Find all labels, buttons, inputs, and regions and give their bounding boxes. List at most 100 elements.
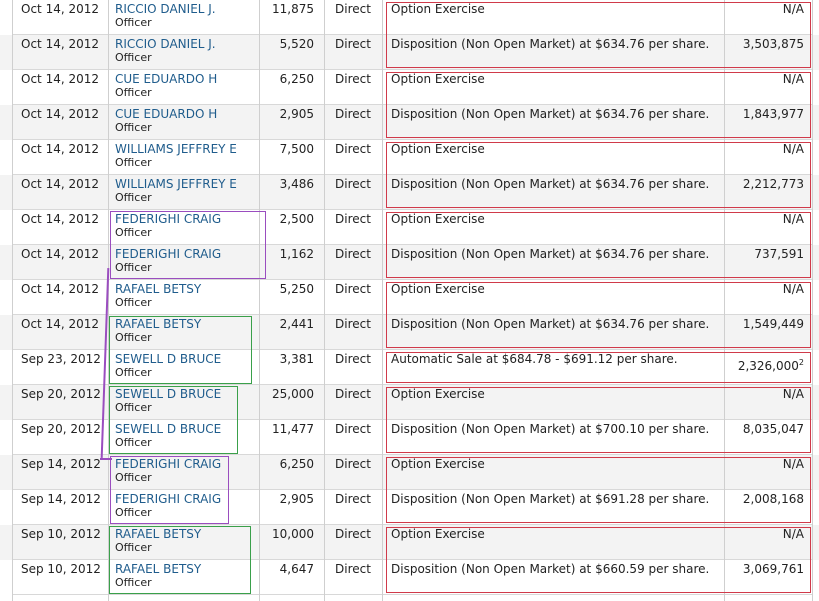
ownership-type: Direct	[324, 210, 382, 245]
annotation-box-purple	[110, 456, 229, 524]
ownership-type: Direct	[324, 70, 382, 105]
ownership-type: Direct	[324, 560, 382, 595]
shares-text: 2,441	[279, 317, 314, 331]
ownership-text: Direct	[335, 317, 371, 331]
insider-name-link[interactable]: CUE EDUARDO H	[115, 107, 259, 121]
ownership-text: Direct	[335, 387, 371, 401]
date-text: Oct 14, 2012	[21, 317, 99, 331]
date-text: Sep 14, 2012	[21, 492, 101, 506]
ownership-text: Direct	[335, 282, 371, 296]
date-text: Oct 14, 2012	[21, 107, 99, 121]
date-text: Oct 14, 2012	[21, 72, 99, 86]
column-divider	[324, 0, 325, 601]
insider-cell: WILLIAMS JEFFREY E Officer	[108, 175, 259, 210]
annotation-box-red	[386, 212, 811, 278]
insider-cell: RICCIO DANIEL J. Officer	[108, 35, 259, 70]
shares-count: 3,381	[259, 350, 324, 385]
ownership-text: Direct	[335, 107, 371, 121]
date-text: Oct 14, 2012	[21, 177, 99, 191]
shares-text: 3,486	[279, 177, 314, 191]
insider-name-link[interactable]: WILLIAMS JEFFREY E	[115, 142, 259, 156]
annotation-box-red	[386, 387, 811, 453]
ownership-type: Direct	[324, 455, 382, 490]
ownership-type: Direct	[324, 420, 382, 455]
annotation-box-red	[386, 282, 811, 348]
transaction-date: Oct 14, 2012	[12, 105, 108, 140]
ownership-text: Direct	[335, 177, 371, 191]
insider-transactions-table: Oct 14, 2012 RICCIO DANIEL J. Officer 11,87…	[0, 0, 819, 601]
ownership-type: Direct	[324, 350, 382, 385]
ownership-text: Direct	[335, 562, 371, 576]
insider-name-link[interactable]: WILLIAMS JEFFREY E	[115, 177, 259, 191]
insider-role: Officer	[115, 16, 152, 29]
annotation-box-purple	[110, 211, 266, 279]
insider-name-link[interactable]: RICCIO DANIEL J.	[115, 2, 259, 16]
annotation-box-red	[386, 457, 811, 523]
date-text: Sep 14, 2012	[21, 457, 101, 471]
shares-text: 11,875	[272, 2, 314, 16]
shares-text: 7,500	[279, 142, 314, 156]
connector-line	[100, 458, 112, 460]
insider-role: Officer	[115, 296, 152, 309]
date-text: Sep 10, 2012	[21, 527, 101, 541]
insider-role: Officer	[115, 121, 152, 134]
shares-count: 5,520	[259, 35, 324, 70]
transaction-date: Oct 14, 2012	[12, 315, 108, 350]
ownership-type: Direct	[324, 105, 382, 140]
annotation-box-green	[109, 526, 251, 594]
date-text: Oct 14, 2012	[21, 142, 99, 156]
annotation-box-red	[386, 352, 811, 383]
ownership-type: Direct	[324, 35, 382, 70]
ownership-text: Direct	[335, 2, 371, 16]
shares-count: 2,441	[259, 315, 324, 350]
date-text: Oct 14, 2012	[21, 2, 99, 16]
row-divider	[12, 594, 812, 595]
annotation-box-green	[109, 316, 252, 384]
ownership-text: Direct	[335, 422, 371, 436]
shares-text: 6,250	[279, 72, 314, 86]
ownership-type: Direct	[324, 525, 382, 560]
ownership-type: Direct	[324, 315, 382, 350]
shares-count: 2,905	[259, 105, 324, 140]
insider-name-link[interactable]: RICCIO DANIEL J.	[115, 37, 259, 51]
shares-count: 11,477	[259, 420, 324, 455]
transaction-date: Sep 20, 2012	[12, 420, 108, 455]
transaction-date: Sep 10, 2012	[12, 560, 108, 595]
transaction-date: Oct 14, 2012	[12, 175, 108, 210]
transaction-date: Sep 23, 2012	[12, 350, 108, 385]
transaction-date: Sep 20, 2012	[12, 385, 108, 420]
date-text: Sep 10, 2012	[21, 562, 101, 576]
shares-count: 25,000	[259, 385, 324, 420]
transaction-date: Oct 14, 2012	[12, 280, 108, 315]
ownership-type: Direct	[324, 175, 382, 210]
shares-count: 7,500	[259, 140, 324, 175]
annotation-box-red	[386, 72, 811, 138]
column-divider	[259, 0, 260, 601]
annotation-box-green	[109, 386, 238, 454]
insider-cell: RAFAEL BETSY Officer	[108, 280, 259, 315]
insider-cell: RICCIO DANIEL J. Officer	[108, 0, 259, 35]
date-text: Sep 20, 2012	[21, 422, 101, 436]
shares-count: 1,162	[259, 245, 324, 280]
ownership-type: Direct	[324, 385, 382, 420]
ownership-text: Direct	[335, 352, 371, 366]
annotation-box-red	[386, 527, 811, 593]
insider-name-link[interactable]: CUE EDUARDO H	[115, 72, 259, 86]
shares-text: 2,500	[279, 212, 314, 226]
shares-text: 2,905	[279, 492, 314, 506]
shares-text: 11,477	[272, 422, 314, 436]
transaction-date: Sep 14, 2012	[12, 490, 108, 525]
column-divider	[812, 0, 813, 601]
ownership-type: Direct	[324, 140, 382, 175]
transaction-date: Sep 14, 2012	[12, 455, 108, 490]
insider-role: Officer	[115, 86, 152, 99]
insider-cell: CUE EDUARDO H Officer	[108, 105, 259, 140]
insider-name-link[interactable]: RAFAEL BETSY	[115, 282, 259, 296]
transaction-date: Oct 14, 2012	[12, 0, 108, 35]
column-divider	[12, 0, 13, 601]
transaction-date: Oct 14, 2012	[12, 245, 108, 280]
ownership-type: Direct	[324, 0, 382, 35]
shares-count: 10,000	[259, 525, 324, 560]
ownership-text: Direct	[335, 457, 371, 471]
date-text: Oct 14, 2012	[21, 212, 99, 226]
